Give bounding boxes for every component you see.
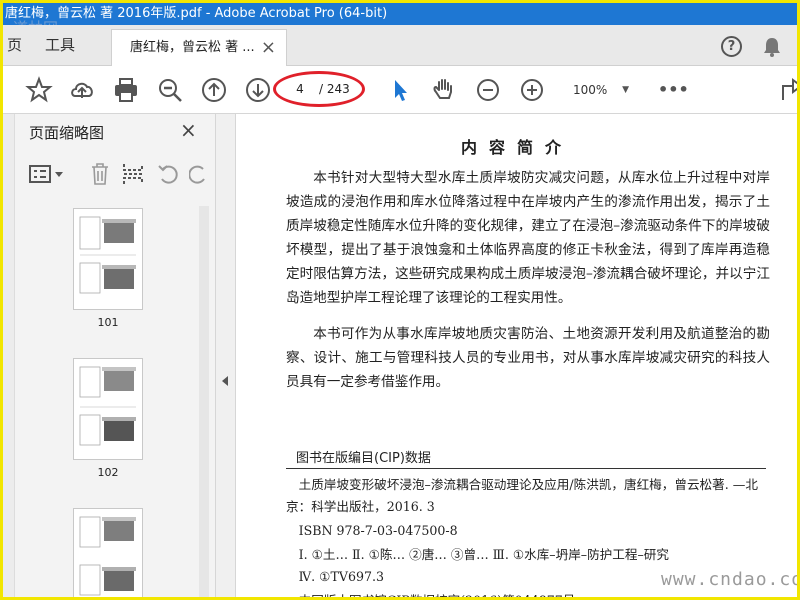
tab-document[interactable]: 唐红梅，曾云松 著 ... × bbox=[111, 29, 287, 66]
chevron-down-icon: ▼ bbox=[622, 85, 629, 95]
tab-bar: 页 工具 唐红梅，曾云松 著 ... × bbox=[3, 25, 797, 66]
thumbnail-page-102[interactable] bbox=[73, 358, 143, 460]
zoom-out-icon[interactable] bbox=[474, 76, 502, 104]
zoom-out-search-icon[interactable] bbox=[156, 76, 184, 104]
panel-toolbar bbox=[15, 158, 215, 190]
tab-document-label: 唐红梅，曾云松 著 ... bbox=[130, 40, 255, 55]
select-cursor-icon[interactable] bbox=[386, 76, 414, 104]
cip-divider bbox=[286, 468, 766, 469]
thumbnail-list: 101 102 bbox=[15, 198, 195, 597]
cip-line-1: 土质岸坡变形破坏浸泡–渗流耦合驱动理论及应用/陈洪凯，唐红梅，曾云松著. —北京… bbox=[286, 477, 758, 514]
panel-title: 页面缩略图 bbox=[29, 124, 105, 142]
panel-splitter[interactable] bbox=[216, 114, 236, 597]
thumbnail-figure bbox=[79, 516, 136, 596]
doc-paragraph-1: 本书针对大型特大型水库土质岸坡防灾减灾问题，从库水位上升过程中对岸坡造成的浸泡作… bbox=[286, 170, 770, 306]
bell-icon[interactable] bbox=[763, 37, 781, 57]
cip-line-5: 中国版本图书馆CIP数据核字(2016)第044877号 bbox=[286, 590, 770, 597]
page-total: / 243 bbox=[319, 82, 350, 96]
previous-page-icon[interactable] bbox=[200, 76, 228, 104]
more-tools-icon[interactable]: ••• bbox=[658, 76, 689, 104]
window-title: 唐红梅，曾云松 著 2016年版.pdf - Adobe Acrobat Pro… bbox=[3, 3, 797, 25]
bookmark-star-icon[interactable] bbox=[25, 76, 53, 104]
share-icon[interactable] bbox=[779, 76, 797, 104]
zoom-select[interactable]: 100% ▼ bbox=[563, 80, 635, 100]
acrobat-window: 唐红梅，曾云松 著 2016年版.pdf - Adobe Acrobat Pro… bbox=[0, 0, 800, 600]
thumbnail-label: 102 bbox=[97, 466, 119, 479]
print-icon[interactable] bbox=[112, 76, 140, 104]
panel-strip bbox=[3, 114, 15, 597]
tab-tools[interactable]: 工具 bbox=[45, 25, 75, 66]
cip-title: 图书在版编目(CIP)数据 bbox=[296, 451, 431, 466]
cip-line-2: ISBN 978-7-03-047500-8 bbox=[298, 523, 458, 538]
tab-close-icon[interactable]: × bbox=[261, 30, 276, 66]
panel-close-icon[interactable]: × bbox=[180, 118, 197, 142]
zoom-in-icon[interactable] bbox=[518, 76, 546, 104]
cip-line-3: Ⅰ. ①土… Ⅱ. ①陈… ②唐… ③曾… Ⅲ. ①水库–坍岸–防护工程–研究 bbox=[298, 547, 669, 562]
thumbnail-label: 101 bbox=[97, 316, 119, 329]
collapse-arrow-icon[interactable] bbox=[222, 376, 228, 386]
next-page-icon[interactable] bbox=[244, 76, 272, 104]
doc-heading: 内容简介 bbox=[460, 138, 573, 157]
tab-home[interactable]: 页 bbox=[7, 25, 22, 66]
rotate-left-icon[interactable] bbox=[157, 163, 179, 185]
page-number-input[interactable]: 4 bbox=[287, 78, 313, 100]
toolbar: 4 / 243 100% ▼ ••• bbox=[3, 66, 797, 114]
rotate-right-icon[interactable] bbox=[189, 163, 207, 185]
hand-tool-icon[interactable] bbox=[430, 76, 458, 104]
doc-paragraph-2: 本书可作为从事水库岸坡地质灾害防治、土地资源开发利用及航道整治的勘察、设计、施工… bbox=[286, 326, 770, 390]
help-icon[interactable]: ? bbox=[721, 36, 742, 57]
thumbnail-page-101[interactable] bbox=[73, 208, 143, 310]
options-menu-icon[interactable] bbox=[29, 164, 67, 184]
thumbnail-scrollbar[interactable] bbox=[199, 206, 209, 597]
thumbnail-figure bbox=[79, 216, 136, 294]
page-thumbnails-panel: 页面缩略图 × 101 102 bbox=[3, 114, 216, 597]
delete-trash-icon[interactable] bbox=[89, 162, 111, 186]
zoom-value: 100% bbox=[573, 83, 608, 97]
upload-cloud-icon[interactable] bbox=[68, 76, 96, 104]
insert-page-icon[interactable] bbox=[121, 162, 145, 186]
thumbnail-figure bbox=[79, 366, 136, 446]
thumbnail-page-103[interactable] bbox=[73, 508, 143, 597]
site-watermark: www.cndao.com bbox=[661, 569, 800, 590]
document-page: 内容简介 本书针对大型特大型水库土质岸坡防灾减灾问题，从库水位上升过程中对岸坡造… bbox=[237, 114, 797, 597]
